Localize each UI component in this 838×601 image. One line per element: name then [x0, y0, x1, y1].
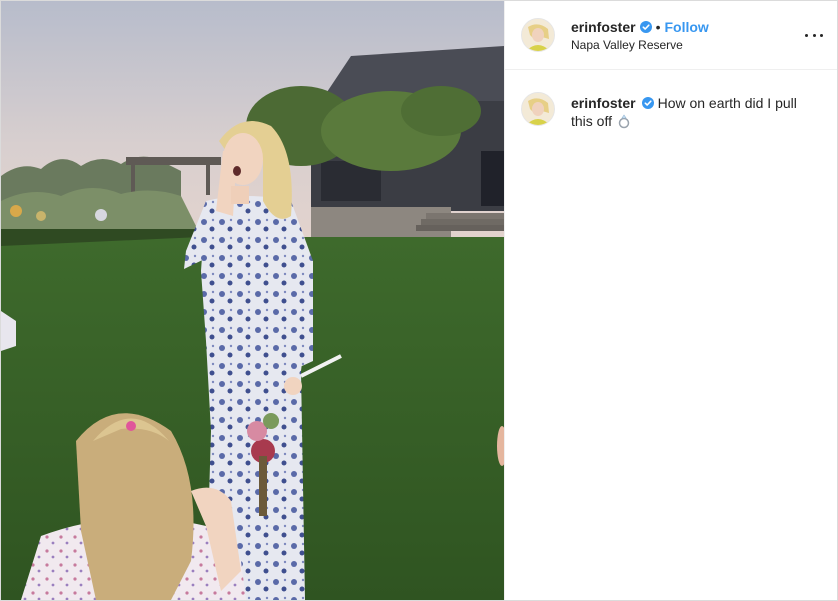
post-photo[interactable]: [1, 1, 504, 600]
caption-text: erinfoster How on earth did I pull this o…: [571, 94, 811, 130]
caption-comment: erinfoster How on earth did I pull this o…: [505, 70, 837, 130]
comment-avatar[interactable]: [521, 92, 555, 126]
more-dot: [812, 33, 816, 37]
separator-dot: •: [655, 18, 661, 35]
more-dot: [820, 33, 823, 37]
verified-badge-icon: [639, 20, 652, 33]
follow-button[interactable]: Follow: [664, 18, 708, 36]
header-text: erinfoster • Follow Napa Valley Reserve: [571, 18, 709, 53]
post-header: erinfoster • Follow Napa Valley Reserve: [505, 1, 837, 70]
comment-username-link[interactable]: erinfoster: [571, 95, 636, 111]
verified-badge-icon: [641, 97, 654, 109]
ring-icon: [616, 113, 632, 129]
more-options-button[interactable]: [805, 25, 823, 45]
avatar-image: [522, 93, 554, 125]
username-link[interactable]: erinfoster: [571, 18, 636, 36]
location-link[interactable]: Napa Valley Reserve: [571, 37, 709, 53]
post-photo-image: [1, 1, 504, 600]
avatar-image: [522, 19, 554, 51]
avatar[interactable]: [521, 18, 555, 52]
header-row: erinfoster • Follow: [571, 18, 709, 36]
more-dot: [805, 33, 808, 37]
instagram-post: erinfoster • Follow Napa Valley Reserve: [0, 0, 838, 601]
post-side-panel: erinfoster • Follow Napa Valley Reserve: [504, 1, 837, 600]
